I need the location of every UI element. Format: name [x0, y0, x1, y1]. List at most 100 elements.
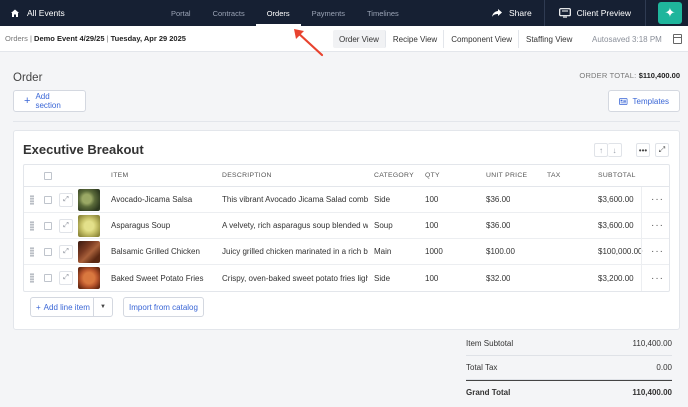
tab-component-view[interactable]: Component View	[445, 30, 519, 48]
row-checkbox[interactable]	[44, 195, 52, 204]
annotation-arrow-icon	[294, 29, 324, 57]
row-checkbox[interactable]	[44, 274, 52, 282]
row-checkbox[interactable]	[44, 221, 52, 230]
item-unit-price[interactable]: $32.00	[486, 265, 510, 291]
item-qty[interactable]: 100	[425, 265, 438, 291]
drag-handle-icon[interactable]	[30, 220, 34, 231]
grand-total-value: 110,400.00	[632, 388, 672, 397]
item-description[interactable]: Juicy grilled chicken marinated in a ric…	[222, 239, 368, 264]
tab-recipe-view[interactable]: Recipe View	[387, 30, 445, 48]
column-item[interactable]: ITEM	[111, 165, 128, 186]
move-down-icon[interactable]: ↓	[608, 143, 622, 157]
section-card: Executive Breakout ↑ ↓ ••• ⤢ ITEM DESCRI…	[13, 130, 680, 330]
item-category[interactable]: Main	[374, 239, 391, 264]
breadcrumb: Orders | Demo Event 4/29/25 | Tuesday, A…	[5, 34, 186, 43]
fullscreen-icon[interactable]: ⤢	[655, 143, 669, 157]
expand-icon[interactable]: ⤢	[59, 192, 73, 207]
tab-timelines-label: Timelines	[366, 8, 399, 18]
table-row[interactable]: ⤢ Balsamic Grilled Chicken Juicy grilled…	[24, 239, 669, 265]
expand-icon[interactable]: ⤢	[59, 271, 73, 285]
item-name[interactable]: Asparagus Soup	[111, 213, 216, 238]
share-label: Share	[508, 8, 532, 18]
column-category[interactable]: CATEGORY	[374, 165, 414, 186]
item-category[interactable]: Soup	[374, 213, 393, 238]
column-unit-price[interactable]: UNIT PRICE	[486, 165, 527, 186]
grand-total-label: Grand Total	[466, 388, 511, 397]
tab-staffing-view[interactable]: Staffing View	[520, 30, 578, 48]
item-subtotal-value: 110,400.00	[632, 339, 672, 348]
templates-button[interactable]: Templates	[608, 90, 680, 112]
add-line-item-main[interactable]: + Add line item	[31, 298, 94, 316]
row-more-icon[interactable]: ···	[651, 194, 664, 205]
tab-timelines[interactable]: Timelines	[356, 0, 410, 26]
item-unit-price[interactable]: $100.00	[486, 239, 515, 264]
item-category[interactable]: Side	[374, 187, 390, 212]
total-tax-value: 0.00	[656, 363, 672, 372]
row-more-icon[interactable]: ···	[651, 273, 664, 284]
ai-assistant-button[interactable]: ✦	[658, 2, 682, 24]
item-qty[interactable]: 100	[425, 187, 438, 212]
item-description[interactable]: Crispy, oven-baked sweet potato fries li…	[222, 265, 368, 291]
tab-portal[interactable]: Portal	[160, 0, 202, 26]
expand-icon[interactable]: ⤢	[59, 218, 73, 233]
tab-contracts-label: Contracts	[212, 8, 245, 18]
table-row[interactable]: ⤢ Baked Sweet Potato Fries Crispy, oven-…	[24, 265, 669, 291]
tab-payments[interactable]: Payments	[301, 0, 356, 26]
add-line-item-button[interactable]: + Add line item ▼	[30, 297, 113, 317]
table-row[interactable]: ⤢ Avocado-Jicama Salsa This vibrant Avoc…	[24, 187, 669, 213]
client-preview-button[interactable]: Client Preview	[545, 0, 646, 26]
item-name[interactable]: Avocado-Jicama Salsa	[111, 187, 216, 212]
calendar-icon[interactable]	[673, 34, 682, 44]
share-arrow-icon	[491, 9, 502, 17]
tab-payments-label: Payments	[311, 8, 345, 18]
total-tax-label: Total Tax	[466, 363, 498, 372]
share-button[interactable]: Share	[479, 0, 545, 26]
import-from-catalog-label: Import from catalog	[129, 302, 198, 312]
total-tax-row: Total Tax 0.00	[466, 356, 672, 380]
more-options-icon[interactable]: •••	[636, 143, 650, 157]
item-subtotal: $3,200.00	[598, 273, 634, 283]
item-name[interactable]: Baked Sweet Potato Fries	[111, 265, 216, 291]
row-more-icon[interactable]: ···	[651, 220, 664, 231]
item-description[interactable]: This vibrant Avocado Jicama Salad combin…	[222, 187, 368, 212]
column-subtotal[interactable]: SUBTOTAL	[598, 165, 636, 186]
tab-orders[interactable]: Orders	[255, 0, 301, 26]
grand-total-row: Grand Total 110,400.00	[466, 380, 672, 404]
templates-icon	[619, 97, 628, 105]
column-description[interactable]: DESCRIPTION	[222, 165, 272, 186]
tab-contracts[interactable]: Contracts	[202, 0, 256, 26]
move-up-icon[interactable]: ↑	[594, 143, 608, 157]
column-tax[interactable]: TAX	[547, 165, 561, 186]
order-subbar: Orders | Demo Event 4/29/25 | Tuesday, A…	[0, 26, 688, 52]
add-section-button[interactable]: + Add section	[13, 90, 86, 112]
expand-icon[interactable]: ⤢	[59, 244, 73, 259]
item-unit-price[interactable]: $36.00	[486, 213, 510, 238]
section-title[interactable]: Executive Breakout	[23, 142, 144, 157]
order-total: ORDER TOTAL: $110,400.00	[579, 71, 680, 80]
templates-label: Templates	[632, 96, 669, 106]
select-all-checkbox[interactable]	[44, 171, 52, 180]
item-description[interactable]: A velvety, rich asparagus soup blended w…	[222, 213, 368, 238]
breadcrumb-event: Demo Event 4/29/25	[34, 34, 105, 43]
column-qty[interactable]: QTY	[425, 165, 440, 186]
chevron-down-icon[interactable]: ▼	[94, 304, 112, 310]
item-unit-price[interactable]: $36.00	[486, 187, 510, 212]
drag-handle-icon[interactable]	[30, 246, 34, 257]
item-qty[interactable]: 100	[425, 213, 438, 238]
drag-handle-icon[interactable]	[30, 273, 34, 283]
client-preview-label: Client Preview	[576, 8, 631, 18]
item-thumbnail	[78, 188, 100, 211]
item-category[interactable]: Side	[374, 265, 390, 291]
item-qty[interactable]: 1000	[425, 239, 443, 264]
item-subtotal: $3,600.00	[598, 221, 634, 230]
import-from-catalog-button[interactable]: Import from catalog	[123, 297, 204, 317]
drag-handle-icon[interactable]	[30, 194, 34, 205]
item-name[interactable]: Balsamic Grilled Chicken	[111, 239, 216, 264]
row-checkbox[interactable]	[44, 247, 52, 256]
row-more-icon[interactable]: ···	[651, 246, 664, 257]
breadcrumb-orders[interactable]: Orders	[5, 34, 28, 43]
all-events-link[interactable]: All Events	[0, 8, 150, 18]
table-row[interactable]: ⤢ Asparagus Soup A velvety, rich asparag…	[24, 213, 669, 239]
tab-order-view[interactable]: Order View	[333, 30, 386, 48]
order-total-label: ORDER TOTAL:	[579, 71, 637, 80]
